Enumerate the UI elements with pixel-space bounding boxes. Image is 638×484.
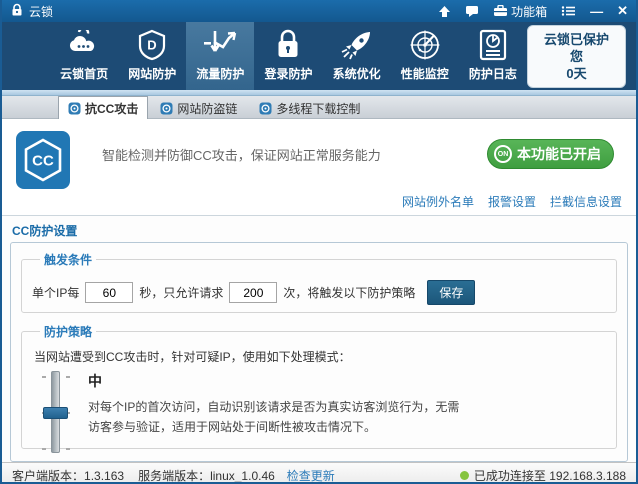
main-nav: 云锁首页 D 网站防护 流量防护 登录防护 系统优化 性能监控 防护日志 云锁已… (2, 22, 636, 90)
slider-tick (66, 376, 70, 378)
cc-hexagon-icon: CC (16, 131, 70, 189)
toolbox-label: 功能箱 (511, 4, 548, 19)
connection-status-text: 已成功连接至 192.168.3.188 (473, 469, 626, 483)
server-version-value: linux_1.0.46 (210, 468, 275, 483)
protection-days-line1: 云锁已保护您 (544, 31, 610, 64)
feedback-chat-icon[interactable] (465, 5, 479, 17)
protection-strategy-legend: 防护策略 (44, 325, 93, 339)
connected-status-icon (459, 471, 469, 480)
nav-label-protection-log: 防护日志 (468, 67, 517, 81)
feature-enabled-label: 本功能已开启 (517, 146, 601, 162)
slider-tick (42, 376, 46, 378)
rocket-icon (340, 27, 374, 63)
link-website-exception-list[interactable]: 网站例外名单 (402, 193, 474, 210)
on-toggle-icon: ON (494, 145, 512, 163)
nav-item-home[interactable]: 云锁首页 (50, 22, 118, 90)
padlock-icon (275, 27, 301, 63)
protection-days-badge: 云锁已保护您 0天 (526, 24, 627, 88)
client-version-value: 1.3.163 (84, 468, 125, 483)
client-version-label: 客户端版本： (12, 469, 85, 483)
strategy-level-label: 中 (88, 373, 102, 389)
toolbox-button[interactable]: 功能箱 (493, 3, 547, 20)
trigger-conditions-legend: 触发条件 (44, 253, 93, 267)
trigger-label-3: 次，将触发以下防护策略 (283, 286, 416, 300)
svg-text:CC: CC (32, 153, 54, 170)
slider-tick (42, 448, 46, 450)
protection-strategy-fieldset: 防护策略 当网站遭受到CC攻击时，针对可疑IP，使用如下处理模式： 中 对每个I… (21, 323, 617, 453)
tab-anti-leech[interactable]: 网站防盗链 (150, 97, 247, 118)
status-bar: 客户端版本： 1.3.163 服务端版本： linux_1.0.46 检查更新 … (2, 462, 636, 483)
nav-item-protection-log[interactable]: 防护日志 (459, 22, 527, 90)
feature-description: 智能检测并防御CC攻击，保证网站正常服务能力 (102, 148, 381, 163)
app-title: 云锁 (29, 4, 54, 19)
slider-tick (66, 448, 70, 450)
nav-label-website-protection: 网站防护 (128, 67, 177, 81)
requests-input[interactable] (229, 282, 278, 303)
strategy-description-line2: 访客参与验证，适用于网站处于间断性被攻击情况下。 (88, 420, 377, 434)
tab-multithread-download-control[interactable]: 多线程下载控制 (249, 97, 370, 118)
trigger-condition-row: 单个IP每 秒，只允许请求 次，将触发以下防护策略 保存 (32, 280, 606, 305)
nav-label-login-protection: 登录防护 (264, 67, 313, 81)
feature-links: 网站例外名单 报警设置 拦截信息设置 (402, 193, 622, 210)
briefcase-icon (493, 5, 508, 17)
upgrade-arrow-icon[interactable] (438, 5, 451, 18)
tab-shield-icon (259, 102, 272, 115)
tab-shield-icon (160, 102, 173, 115)
nav-item-website-protection[interactable]: D 网站防护 (118, 22, 186, 90)
feature-enabled-button[interactable]: ON 本功能已开启 (487, 139, 614, 169)
tab-anti-cc-attack[interactable]: 抗CC攻击 (58, 96, 149, 119)
cloud-home-icon (67, 27, 101, 63)
app-window: 云锁 功能箱 — ✕ 云锁首页 D 网站防护 流量防护 登录防护 系统优化 性能… (0, 0, 638, 484)
log-document-icon (479, 27, 507, 63)
link-block-message-settings[interactable]: 拦截信息设置 (550, 193, 622, 210)
slider-handle[interactable] (43, 407, 68, 419)
tab-label-multithread: 多线程下载控制 (276, 101, 361, 116)
save-button[interactable]: 保存 (427, 280, 476, 305)
nav-label-system-optimize: 系统优化 (332, 67, 381, 81)
nav-label-home: 云锁首页 (60, 67, 109, 81)
nav-item-login-protection[interactable]: 登录防护 (254, 22, 322, 90)
close-button[interactable]: ✕ (617, 3, 628, 19)
shield-d-icon: D (137, 27, 167, 63)
cc-settings-panel: CC防护设置 触发条件 单个IP每 秒，只允许请求 次，将触发以下防护策略 保存… (2, 215, 636, 462)
title-bar: 云锁 功能箱 — ✕ (2, 0, 636, 22)
app-lock-icon (10, 3, 24, 20)
nav-item-performance-monitor[interactable]: 性能监控 (391, 22, 459, 90)
nav-item-traffic-protection[interactable]: 流量防护 (186, 22, 255, 90)
traffic-arrows-icon (202, 27, 238, 63)
trigger-label-1: 单个IP每 (32, 286, 80, 300)
link-alarm-settings[interactable]: 报警设置 (488, 193, 536, 210)
settings-group-box: 触发条件 单个IP每 秒，只允许请求 次，将触发以下防护策略 保存 防护策略 当… (10, 242, 628, 462)
strategy-description-line1: 对每个IP的首次访问，自动识别该请求是否为真实访客浏览行为，无需 (88, 400, 460, 414)
nav-label-performance-monitor: 性能监控 (400, 67, 449, 81)
menu-list-icon[interactable] (561, 5, 576, 17)
tab-label-anti-leech: 网站防盗链 (177, 101, 238, 116)
check-update-link[interactable]: 检查更新 (287, 467, 335, 482)
nav-item-system-optimize[interactable]: 系统优化 (323, 22, 391, 90)
tab-label-anti-cc: 抗CC攻击 (85, 101, 139, 116)
strategy-level-slider[interactable] (36, 371, 76, 453)
trigger-conditions-fieldset: 触发条件 单个IP每 秒，只允许请求 次，将触发以下防护策略 保存 (21, 251, 617, 313)
minimize-button[interactable]: — (590, 4, 603, 19)
nav-label-traffic-protection: 流量防护 (196, 67, 245, 81)
feature-header: CC 智能检测并防御CC攻击，保证网站正常服务能力 ON 本功能已开启 网站例外… (2, 119, 636, 215)
server-version-label: 服务端版本： (138, 469, 211, 483)
trigger-label-2: 秒，只允许请求 (139, 286, 224, 300)
seconds-input[interactable] (85, 282, 134, 303)
sub-tab-bar: 抗CC攻击 网站防盗链 多线程下载控制 (2, 96, 636, 119)
radar-icon (409, 27, 441, 63)
settings-section-title: CC防护设置 (12, 224, 78, 238)
svg-text:D: D (148, 38, 157, 53)
protection-days-line2: 0天 (566, 65, 587, 81)
tab-shield-icon (68, 102, 81, 115)
strategy-intro-text: 当网站遭受到CC攻击时，针对可疑IP，使用如下处理模式： (34, 350, 351, 364)
